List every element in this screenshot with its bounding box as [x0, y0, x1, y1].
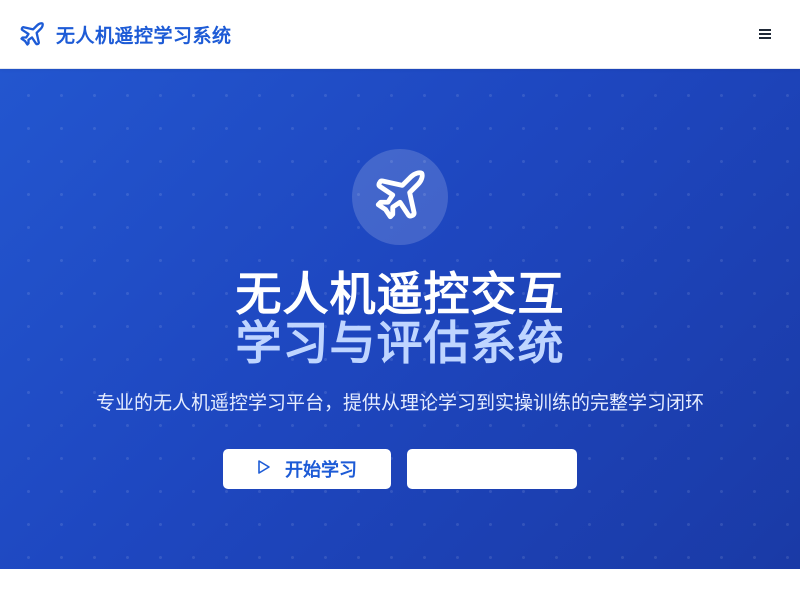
hamburger-menu-icon: [759, 25, 773, 44]
hero-section: 无人机遥控交互 学习与评估系统 专业的无人机遥控学习平台，提供从理论学习到实操训…: [0, 69, 800, 569]
brand-title: 无人机遥控学习系统: [56, 24, 232, 47]
plane-icon: [371, 166, 429, 228]
start-learning-button[interactable]: 开始学习: [223, 449, 391, 489]
top-navbar: 无人机遥控学习系统: [0, 0, 800, 69]
play-outline-icon: [257, 459, 271, 479]
secondary-button[interactable]: [407, 449, 577, 489]
plane-icon: [18, 20, 46, 48]
hero-subtitle: 专业的无人机遥控学习平台，提供从理论学习到实操训练的完整学习闭环: [95, 392, 704, 414]
hero-title: 无人机遥控交互: [235, 267, 565, 321]
brand[interactable]: 无人机遥控学习系统: [18, 20, 232, 48]
hero-logo: [352, 149, 448, 245]
start-learning-label: 开始学习: [285, 460, 357, 481]
content-area: [0, 569, 800, 600]
hero-title-accent: 学习与评估系统: [235, 316, 565, 370]
menu-button[interactable]: [754, 22, 778, 46]
